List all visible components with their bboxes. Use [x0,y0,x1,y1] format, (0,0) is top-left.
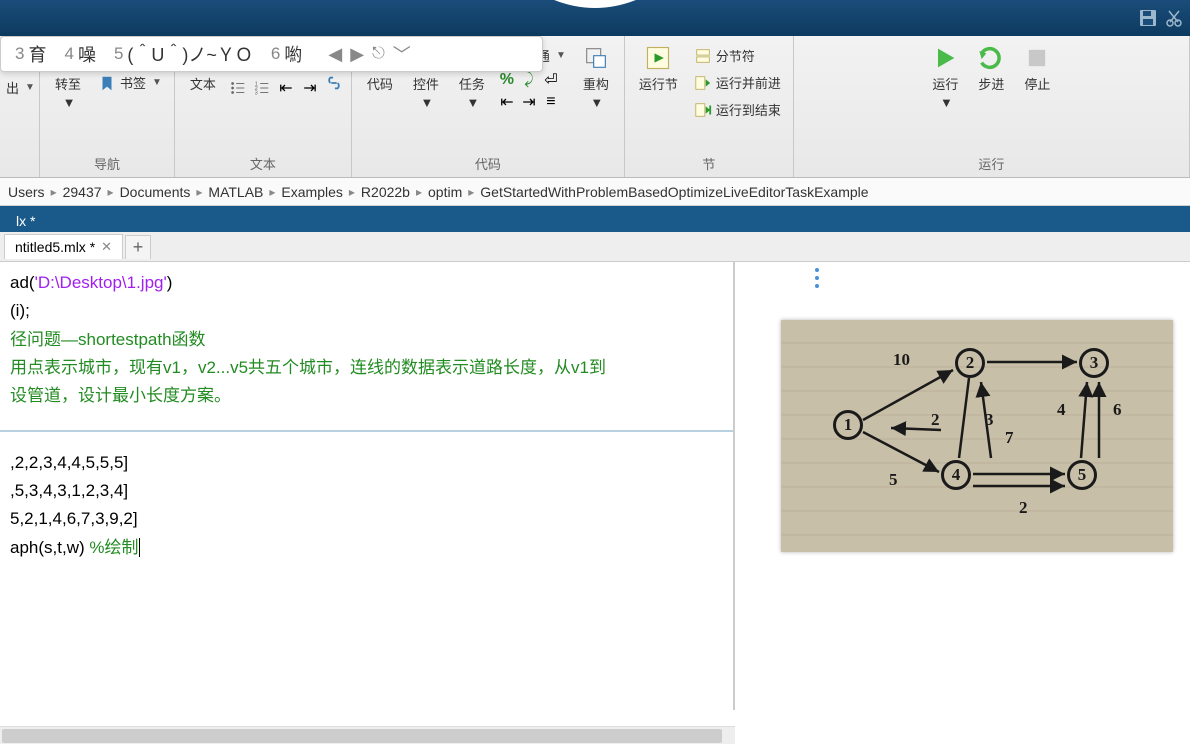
outdent-code-icon[interactable]: ⇤ [498,93,516,111]
ime-candidate[interactable]: 3育 [15,41,46,67]
crumb[interactable]: GetStartedWithProblemBasedOptimizeLiveEd… [480,184,868,200]
indent-icon[interactable]: ⇥ [301,79,319,97]
crumb[interactable]: R2022b [361,184,410,200]
bookmark-icon [98,74,116,92]
title-curve [545,0,645,21]
group-label: 节 [633,152,785,175]
section-break-icon [694,47,712,65]
wrap-icon[interactable]: ⏎ [542,71,560,89]
ime-toggle-icon[interactable]: ⎋ [372,45,385,63]
scrollbar-thumb[interactable] [2,729,722,743]
crumb[interactable]: Users [8,184,45,200]
run-to-end-icon [694,101,712,119]
format-icon[interactable]: ≡ [542,93,560,111]
percent-icon[interactable]: % [498,71,516,89]
editor-tab[interactable]: ntitled5.mlx * ✕ [4,234,123,259]
editor-tab-bar: ntitled5.mlx * ✕ + [0,232,1190,262]
code-editor[interactable]: ad('D:\Desktop\1.jpg') (i); 径问题—shortest… [0,262,735,710]
horizontal-scrollbar[interactable] [0,726,735,744]
refactor-button[interactable]: 重构▼ [576,40,616,114]
ime-next-icon[interactable]: ▶ [350,44,364,65]
run-button[interactable]: 运行▼ [925,40,965,114]
run-advance-icon [694,74,712,92]
graph-edges [781,320,1173,552]
output-menu-dots[interactable] [815,268,819,288]
tab-label: ntitled5.mlx * [15,239,95,255]
export-menu[interactable]: 出▼ [2,76,31,99]
ime-candidate[interactable]: 4噪 [64,41,95,67]
indent-code-icon[interactable]: ⇥ [520,93,538,111]
svg-text:3: 3 [255,90,258,96]
crumb[interactable]: MATLAB [208,184,263,200]
bullet-list-icon[interactable] [229,79,247,97]
run-to-end-button[interactable]: 运行到结束 [690,98,785,121]
close-icon[interactable]: ✕ [101,239,112,255]
uncomment-icon[interactable]: ⤸ [520,71,538,89]
section-divider [0,430,733,432]
output-image[interactable]: 1 2 3 5 4 10 2 3 7 4 6 5 2 [781,320,1173,552]
output-panel: 1 2 3 5 4 10 2 3 7 4 6 5 2 [737,262,1190,710]
crumb[interactable]: Documents [120,184,191,200]
stop-button[interactable]: 停止 [1017,40,1057,97]
cut-icon[interactable] [1164,8,1184,33]
run-advance-button[interactable]: 运行并前进 [690,71,785,94]
outdent-icon[interactable]: ⇤ [277,79,295,97]
new-tab-button[interactable]: + [125,235,151,259]
bookmark-menu[interactable]: 书签▼ [94,71,166,94]
run-section-button[interactable]: 运行节 [633,40,684,97]
group-label: 文本 [183,152,343,175]
ime-prev-icon[interactable]: ◀ [328,44,342,65]
path-breadcrumb[interactable]: Users▸ 29437▸ Documents▸ MATLAB▸ Example… [0,178,1190,206]
group-label: 运行 [802,152,1181,175]
crumb[interactable]: optim [428,184,462,200]
group-label: 代码 [360,152,616,175]
ime-candidate[interactable]: 5(＾U＾)ノ~ＹＯ [114,41,253,67]
ime-expand-icon[interactable]: ﹀ [393,41,411,67]
ime-candidate[interactable]: 6喲 [271,41,302,67]
group-label: 导航 [48,152,166,175]
crumb[interactable]: 29437 [63,184,102,200]
crumb[interactable]: Examples [281,184,342,200]
section-break-button[interactable]: 分节符 [690,44,785,67]
file-tab-strip: lx * [0,206,1190,232]
link-icon[interactable] [325,74,343,92]
window-title-bar [0,0,1190,36]
step-button[interactable]: 步进 [971,40,1011,97]
save-icon[interactable] [1138,8,1158,33]
number-list-icon[interactable]: 123 [253,79,271,97]
ime-candidate-bar[interactable]: 3育 4噪 5(＾U＾)ノ~ＹＯ 6喲 ◀ ▶ ⎋ ﹀ [0,36,543,72]
file-tab[interactable]: lx * [6,210,45,232]
